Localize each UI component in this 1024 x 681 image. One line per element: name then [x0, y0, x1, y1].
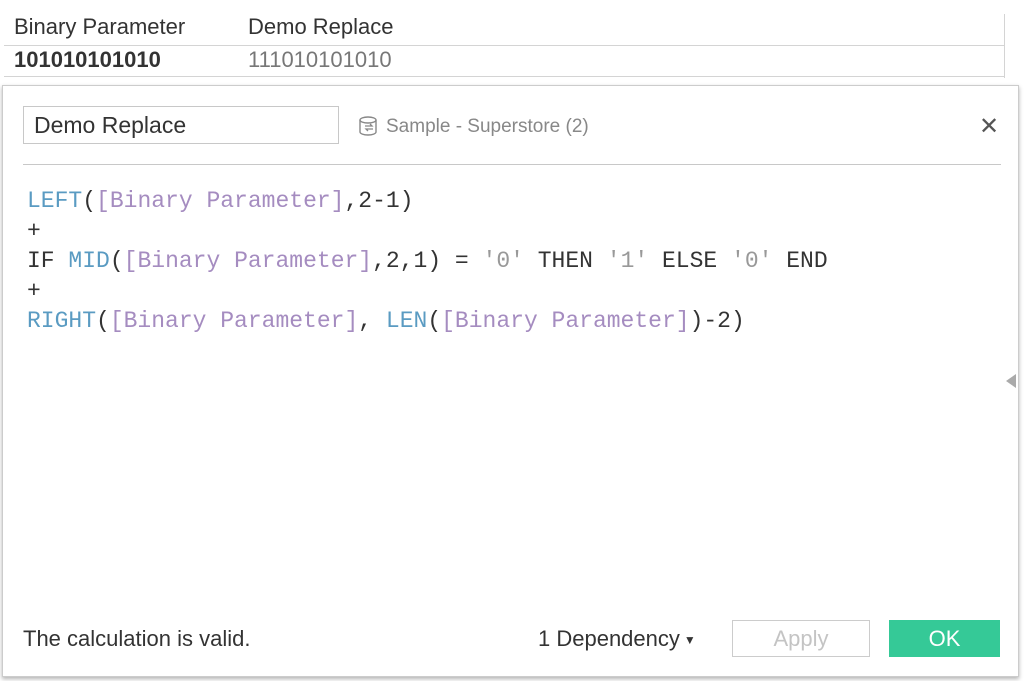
- divider: [1004, 14, 1005, 78]
- cell-demo-replace: 111010101010: [248, 47, 392, 72]
- code-token: +: [27, 218, 41, 244]
- cell-binary-parameter: 101010101010: [14, 47, 161, 72]
- code-token: ELSE: [648, 248, 732, 274]
- code-token: ,: [358, 308, 386, 334]
- calculation-editor-dialog: Sample - Superstore (2) ✕ LEFT([Binary P…: [2, 85, 1019, 677]
- database-icon: [359, 116, 377, 136]
- function-token: MID: [68, 248, 110, 274]
- header-binary-parameter: Binary Parameter: [14, 14, 186, 39]
- code-token: (: [82, 188, 97, 214]
- code-token: )-2): [689, 308, 745, 334]
- apply-button[interactable]: Apply: [732, 620, 870, 657]
- function-token: LEFT: [27, 188, 83, 214]
- dependency-dropdown[interactable]: 1 Dependency ▼: [538, 626, 696, 652]
- code-token: ,2,1) =: [372, 248, 483, 274]
- header-demo-replace: Demo Replace: [248, 14, 394, 39]
- code-token: (: [109, 248, 124, 274]
- close-icon[interactable]: ✕: [979, 112, 999, 141]
- string-token: '0': [482, 248, 524, 274]
- results-table: Binary Parameter Demo Replace 1010101010…: [0, 0, 1005, 78]
- code-token: (: [96, 308, 110, 334]
- datasource-name: Sample - Superstore (2): [386, 116, 589, 137]
- field-token: [Binary Parameter]: [441, 308, 690, 334]
- ok-button[interactable]: OK: [889, 620, 1000, 657]
- table-header: Binary Parameter Demo Replace: [4, 14, 1005, 46]
- table-row: 101010101010 111010101010: [4, 47, 1005, 77]
- code-token: (: [427, 308, 442, 334]
- datasource-label: Sample - Superstore (2): [357, 115, 589, 139]
- code-token: +: [27, 278, 41, 304]
- formula-editor[interactable]: LEFT([Binary Parameter],2-1) + IF MID([B…: [27, 186, 828, 336]
- field-token: [Binary Parameter]: [123, 248, 373, 274]
- dependency-label: 1 Dependency: [538, 626, 680, 651]
- function-token: RIGHT: [27, 308, 97, 334]
- function-token: LEN: [385, 308, 428, 334]
- expand-panel-arrow-icon[interactable]: [1006, 374, 1016, 388]
- code-token: THEN: [523, 248, 607, 274]
- field-token: [Binary Parameter]: [96, 188, 345, 214]
- code-token: END: [772, 248, 828, 274]
- caret-down-icon: ▼: [683, 633, 696, 648]
- field-token: [Binary Parameter]: [109, 308, 359, 334]
- string-token: '1': [606, 248, 649, 274]
- code-token: ,2-1): [344, 188, 414, 214]
- divider: [23, 164, 1001, 165]
- code-token: IF: [27, 248, 69, 274]
- calculation-name-input[interactable]: [23, 106, 339, 144]
- string-token: '0': [731, 248, 773, 274]
- validation-status: The calculation is valid.: [23, 626, 251, 651]
